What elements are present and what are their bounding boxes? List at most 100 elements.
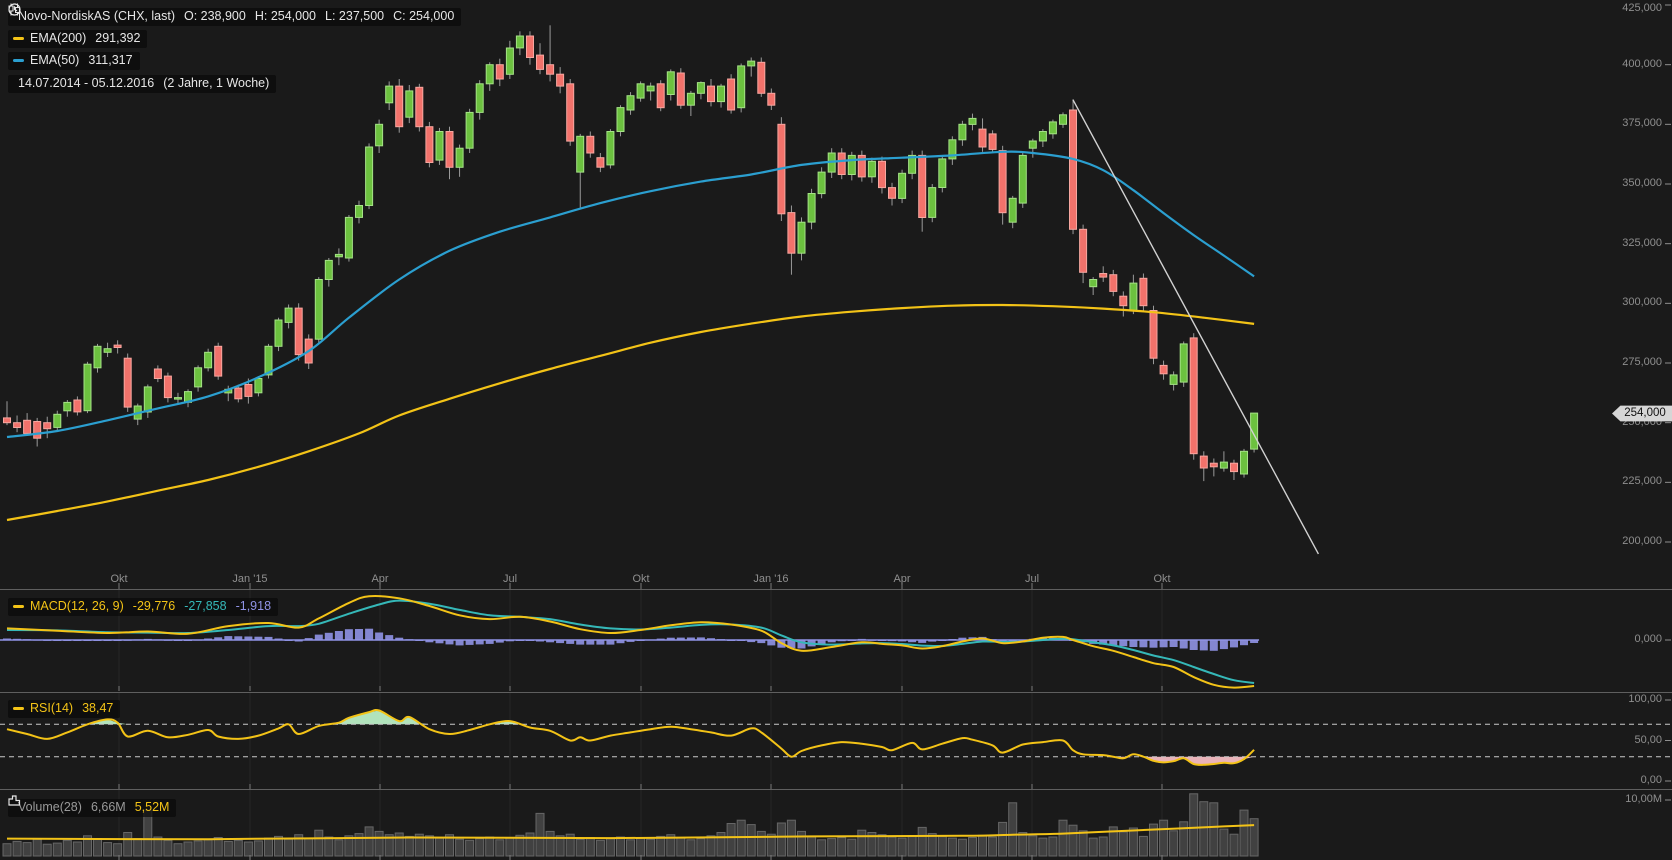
macd-hist-bar xyxy=(1210,640,1218,651)
candle-up xyxy=(486,65,493,84)
candle-up xyxy=(1009,198,1016,222)
candle-down xyxy=(999,151,1006,213)
candle-down xyxy=(677,73,684,105)
volume-bar xyxy=(1180,822,1188,856)
ema50-legend-row[interactable]: EMA(50) 311,317 xyxy=(8,49,461,70)
candle-up xyxy=(1049,122,1056,134)
candle-down xyxy=(44,423,51,429)
candle-up xyxy=(104,349,111,353)
candle-up xyxy=(285,308,292,322)
volume-bar xyxy=(958,839,966,856)
rsi-oversold-fill xyxy=(7,757,1254,765)
price-axis-label: 350,000 xyxy=(1582,177,1662,189)
volume-bar xyxy=(335,840,343,856)
volume-bar xyxy=(737,820,745,856)
rsi-legend-row[interactable]: RSI(14) 38,47 xyxy=(8,697,120,718)
ohlc-open: O: 238,900 xyxy=(184,9,246,24)
volume-bar xyxy=(13,841,21,856)
rsi-axis-label: 0,00 xyxy=(1582,774,1662,786)
volume-bar xyxy=(184,842,192,856)
volume-bar xyxy=(1119,832,1127,856)
instrument-title: Novo-NordiskAS (CHX, last) xyxy=(18,9,175,24)
price-axis-label: 275,000 xyxy=(1582,356,1662,368)
candle-up xyxy=(899,173,906,198)
volume-bar xyxy=(808,837,816,856)
volume-bar xyxy=(707,836,715,856)
macd-hist-bar xyxy=(365,629,373,640)
rsi-panel xyxy=(0,710,1672,765)
rsi-value: 38,47 xyxy=(82,701,113,716)
volume-bar xyxy=(918,827,926,856)
time-axis-label: Okt xyxy=(606,573,676,585)
volume-bar xyxy=(1069,825,1077,856)
candle-up xyxy=(175,398,182,400)
candle-up xyxy=(617,108,624,132)
candle-down xyxy=(1190,338,1197,454)
volume-bar xyxy=(224,841,232,856)
macd-hist-bar xyxy=(335,631,343,640)
volume-label: Volume(28) xyxy=(18,800,82,815)
macd-label: MACD(12, 26, 9) xyxy=(30,599,124,614)
volume-bar xyxy=(405,836,413,856)
volume-bar xyxy=(1170,831,1178,856)
volume-bar xyxy=(3,844,11,856)
volume-bar xyxy=(787,820,795,856)
volume-bar xyxy=(395,833,403,856)
candle-up xyxy=(466,112,473,148)
volume-bar xyxy=(747,825,755,856)
candle-up xyxy=(345,217,352,258)
volume-bar xyxy=(1220,829,1228,856)
candle-down xyxy=(164,376,171,398)
candle-down xyxy=(537,55,544,69)
macd-hist-bar xyxy=(456,640,464,645)
candle-up xyxy=(476,84,483,113)
candle-up xyxy=(1180,344,1187,382)
drawn-trendline xyxy=(1073,100,1318,554)
volume-bar xyxy=(53,843,61,856)
chart-canvas[interactable] xyxy=(0,0,1672,860)
candle-up xyxy=(255,379,262,393)
candle-up xyxy=(94,346,101,368)
candle-up xyxy=(144,387,151,412)
volume-bar xyxy=(898,838,906,856)
volume-bar xyxy=(94,839,102,856)
macd-hist-bar xyxy=(1129,640,1137,647)
ema50-color-dash-icon xyxy=(13,59,24,62)
macd-legend-row[interactable]: MACD(12, 26, 9) -29,776 -27,858 -1,918 xyxy=(8,595,278,616)
volume-bar xyxy=(305,838,313,856)
volume-bar xyxy=(315,830,323,856)
candle-down xyxy=(587,136,594,153)
macd-hist-bar xyxy=(1139,640,1147,647)
ema200-legend-row[interactable]: EMA(200) 291,392 xyxy=(8,27,461,48)
volume-bar xyxy=(134,839,142,856)
price-axis-label: 300,000 xyxy=(1582,296,1662,308)
candle-down xyxy=(446,132,453,168)
candle-up xyxy=(84,364,91,411)
ema200-line xyxy=(7,305,1254,520)
ema50-line xyxy=(7,152,1254,437)
volume-legend-row[interactable]: Volume(28) 6,66M 5,52M xyxy=(8,794,176,817)
volume-bar xyxy=(194,841,202,856)
candle-down xyxy=(657,84,664,108)
ema200-value: 291,392 xyxy=(95,31,140,46)
candle-up xyxy=(356,206,363,218)
candle-up xyxy=(1090,280,1097,287)
daterange-legend-row[interactable]: 14.07.2014 - 05.12.2016 (2 Jahre, 1 Woch… xyxy=(8,71,461,94)
volume-bar xyxy=(838,838,846,857)
candle-up xyxy=(335,254,342,256)
volume-bar xyxy=(999,822,1007,856)
volume-bar xyxy=(888,837,896,856)
volume-bar xyxy=(818,840,826,856)
candle-up xyxy=(637,84,644,98)
volume-bar xyxy=(546,831,554,856)
volume-bar xyxy=(244,842,252,856)
volume-bar xyxy=(476,839,484,856)
instrument-legend-row[interactable]: Novo-NordiskAS (CHX, last) O: 238,900 H:… xyxy=(8,3,461,26)
candle-down xyxy=(788,213,795,254)
ema50-value: 311,317 xyxy=(88,53,132,68)
candle-up xyxy=(577,136,584,172)
volume-bar xyxy=(878,835,886,856)
volume-bar xyxy=(938,836,946,856)
time-axis-label: Apr xyxy=(867,573,937,585)
rsi-color-dash-icon xyxy=(13,707,24,710)
